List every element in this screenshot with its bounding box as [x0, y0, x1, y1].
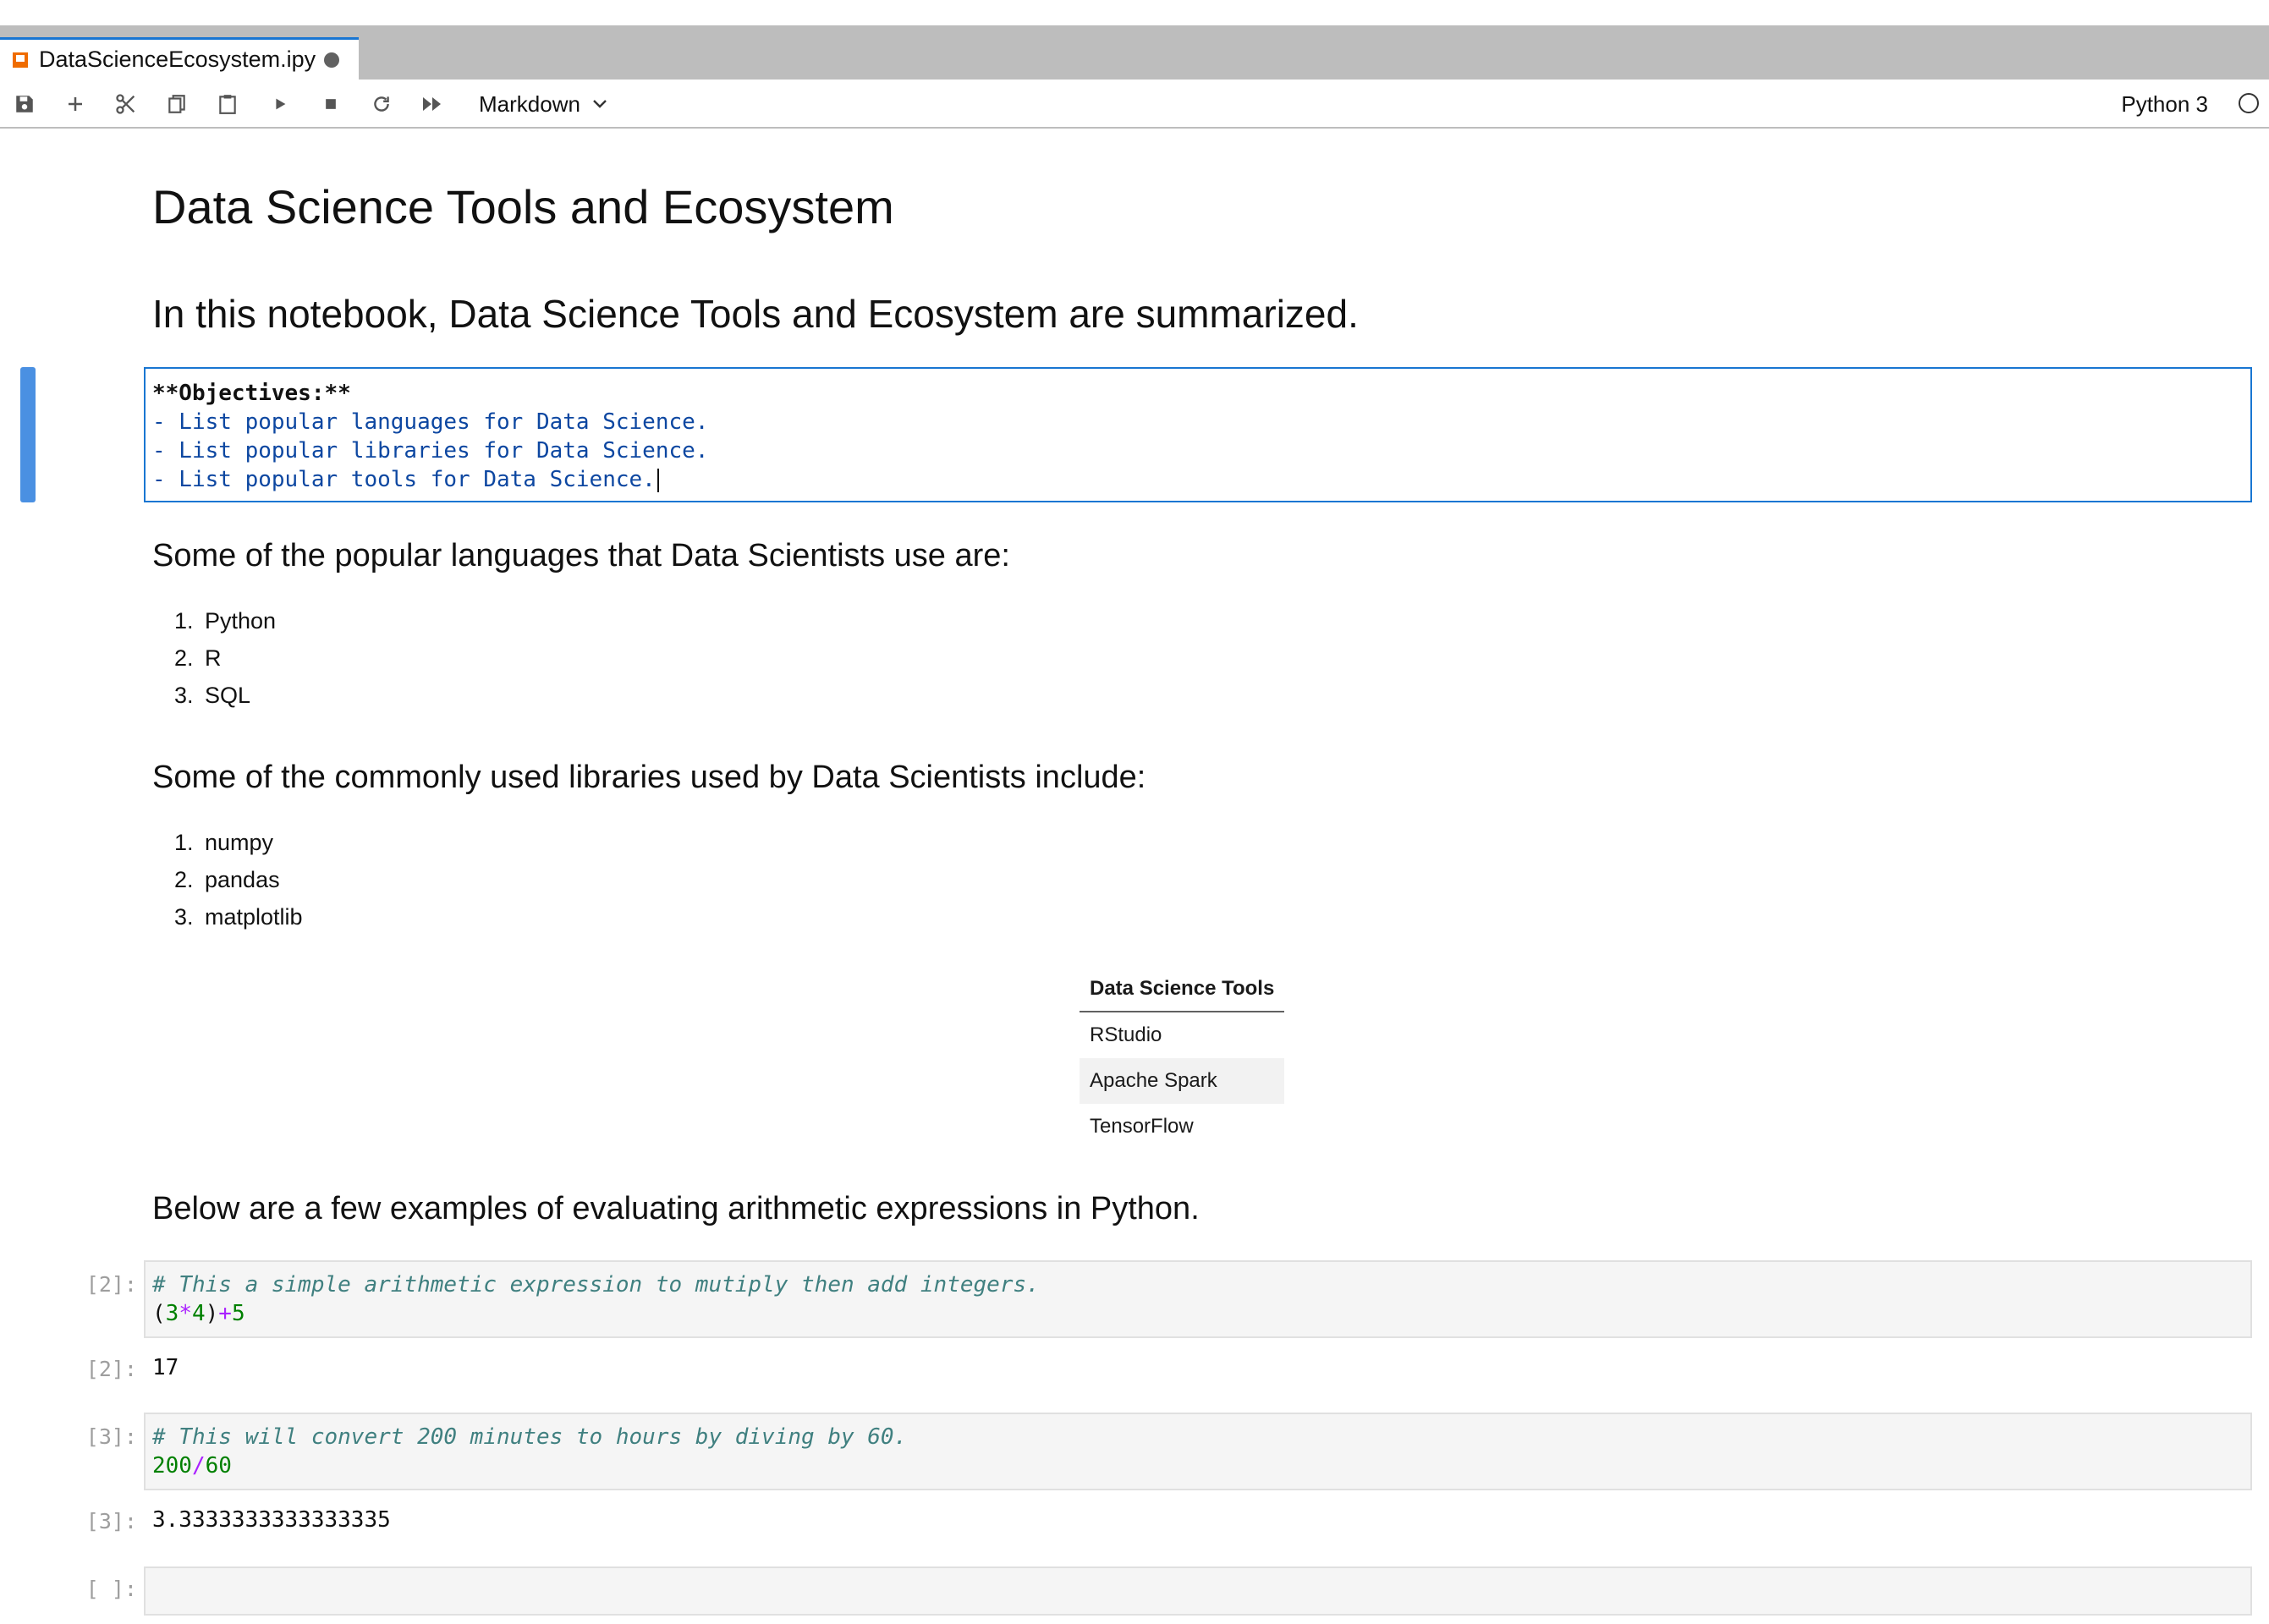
restart-icon[interactable] — [367, 90, 396, 118]
code-token: 4 — [191, 1301, 206, 1326]
stop-icon[interactable] — [316, 90, 345, 118]
save-icon[interactable] — [10, 90, 39, 118]
code-token: / — [191, 1453, 206, 1479]
active-cell-indicator[interactable] — [20, 367, 36, 502]
table-cell: RStudio — [1090, 1023, 1162, 1046]
objectives-markdown-editor[interactable]: **Objectives:** - List popular languages… — [144, 367, 2252, 502]
cell-type-label: Markdown — [479, 91, 580, 117]
list-item: Python — [200, 602, 276, 639]
table-header: Data Science Tools — [1080, 967, 1285, 1012]
table-cell: Apache Spark — [1080, 1058, 1285, 1104]
code-token: + — [218, 1301, 232, 1326]
cell-type-dropdown[interactable]: Markdown — [479, 90, 607, 118]
tab-notebook[interactable]: DataScienceEcosystem.ipy — [0, 37, 359, 80]
editor-line: - List popular languages for Data Scienc… — [152, 409, 709, 435]
notebook-title: Data Science Tools and Ecosystem — [152, 180, 894, 233]
code-token: 3 — [165, 1301, 179, 1326]
editor-line: - List popular tools for Data Science. — [152, 467, 656, 492]
copy-icon[interactable] — [162, 90, 191, 118]
code-token: 5 — [231, 1301, 245, 1326]
code-token: ( — [152, 1301, 166, 1326]
libraries-list: numpy pandas matplotlib — [166, 824, 303, 935]
input-prompt: [2]: — [85, 1272, 137, 1297]
unsaved-indicator-icon[interactable] — [324, 52, 340, 68]
kernel-name[interactable]: Python 3 — [2121, 90, 2208, 118]
list-item: numpy — [200, 824, 303, 861]
editor-line: - List popular libraries for Data Scienc… — [152, 438, 709, 464]
table-cell: TensorFlow — [1090, 1115, 1194, 1138]
languages-list: Python R SQL — [166, 602, 276, 714]
code-cell[interactable]: # This will convert 200 minutes to hours… — [144, 1413, 2252, 1490]
empty-code-cell[interactable] — [144, 1566, 2252, 1616]
output-prompt: [2]: — [85, 1357, 137, 1381]
code-cell[interactable]: # This a simple arithmetic expression to… — [144, 1260, 2252, 1338]
window-top-strip — [0, 0, 2269, 25]
input-prompt: [3]: — [85, 1424, 137, 1449]
intro-heading: In this notebook, Data Science Tools and… — [152, 292, 1359, 336]
tools-table: Data Science Tools RStudio Apache Spark … — [1080, 967, 1285, 1149]
paste-icon[interactable] — [213, 90, 242, 118]
code-comment: # This will convert 200 minutes to hours… — [152, 1424, 908, 1450]
code-token: 60 — [205, 1453, 232, 1479]
cut-icon[interactable] — [112, 90, 140, 118]
list-item: SQL — [200, 677, 276, 714]
libraries-heading: Some of the commonly used libraries used… — [152, 760, 1146, 795]
list-item: pandas — [200, 861, 303, 898]
languages-heading: Some of the popular languages that Data … — [152, 538, 1010, 573]
list-item: R — [200, 639, 276, 677]
cell-output: 3.3333333333333335 — [152, 1507, 391, 1533]
list-item: matplotlib — [200, 898, 303, 935]
arithmetic-heading: Below are a few examples of evaluating a… — [152, 1191, 1200, 1226]
code-token: * — [179, 1301, 192, 1326]
output-prompt: [3]: — [85, 1509, 137, 1533]
add-cell-icon[interactable] — [61, 90, 90, 118]
run-icon[interactable] — [266, 90, 294, 118]
kernel-status-icon — [2239, 93, 2259, 113]
fast-forward-icon[interactable] — [418, 90, 447, 118]
notebook-icon — [12, 52, 29, 69]
text-cursor — [657, 468, 659, 492]
editor-line: **Objectives:** — [152, 381, 351, 406]
tab-title: DataScienceEcosystem.ipy — [39, 47, 316, 72]
notebook-toolbar: Markdown Python 3 — [0, 80, 2269, 129]
chevron-down-icon — [592, 99, 607, 109]
input-prompt: [ ]: — [85, 1577, 137, 1601]
code-token: ) — [205, 1301, 219, 1326]
cell-output: 17 — [152, 1355, 179, 1380]
code-token: 200 — [152, 1453, 192, 1479]
code-comment: # This a simple arithmetic expression to… — [152, 1272, 1040, 1298]
